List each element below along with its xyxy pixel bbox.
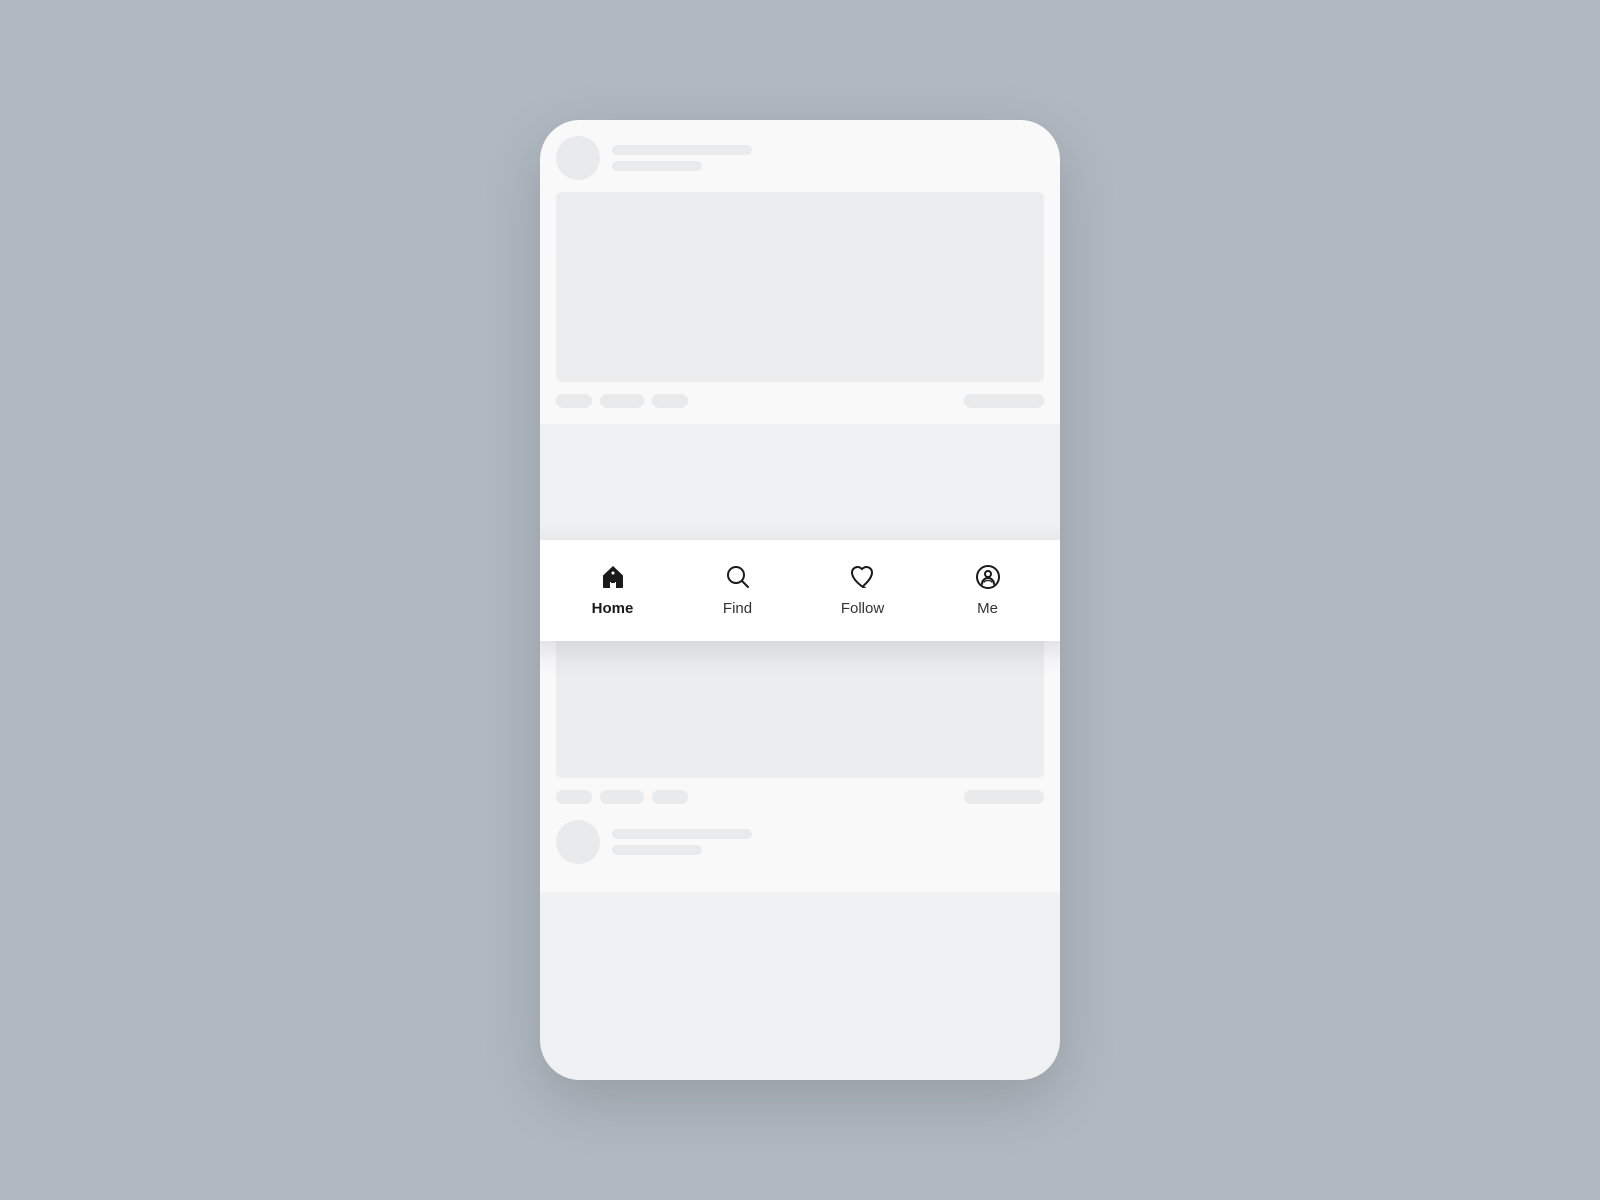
avatar-2 <box>556 820 600 864</box>
name-bar-long-2 <box>612 829 752 839</box>
post-image-1 <box>556 192 1044 382</box>
avatar-1 <box>556 136 600 180</box>
name-bar-long-1 <box>612 145 752 155</box>
search-icon <box>721 560 755 594</box>
action-bar-1 <box>556 394 1044 408</box>
nav-item-home[interactable]: Home <box>573 560 653 617</box>
action-pill-2c <box>652 790 688 804</box>
user-info-1 <box>612 145 752 171</box>
action-pill-2a <box>556 790 592 804</box>
nav-label-me: Me <box>977 600 998 617</box>
action-pill-2d <box>964 790 1044 804</box>
action-pill-1b <box>600 394 644 408</box>
nav-label-home: Home <box>592 600 634 617</box>
action-pill-1a <box>556 394 592 408</box>
post-header-1 <box>556 136 1044 180</box>
profile-icon <box>971 560 1005 594</box>
post-header-2 <box>556 820 1044 864</box>
user-info-2 <box>612 829 752 855</box>
action-pill-1c <box>652 394 688 408</box>
action-bar-2 <box>556 790 1044 804</box>
heart-icon <box>846 560 880 594</box>
bottom-nav: Home Find Follow <box>540 540 1060 641</box>
nav-item-me[interactable]: Me <box>948 560 1028 617</box>
nav-label-follow: Follow <box>841 600 884 617</box>
home-icon <box>596 560 630 594</box>
nav-label-find: Find <box>723 600 752 617</box>
phone-frame: Home Find Follow <box>540 120 1060 1080</box>
nav-item-follow[interactable]: Follow <box>823 560 903 617</box>
nav-item-find[interactable]: Find <box>698 560 778 617</box>
action-pill-2b <box>600 790 644 804</box>
post-card-1 <box>540 120 1060 424</box>
name-bar-short-1 <box>612 161 702 171</box>
name-bar-short-2 <box>612 845 702 855</box>
action-pill-1d <box>964 394 1044 408</box>
